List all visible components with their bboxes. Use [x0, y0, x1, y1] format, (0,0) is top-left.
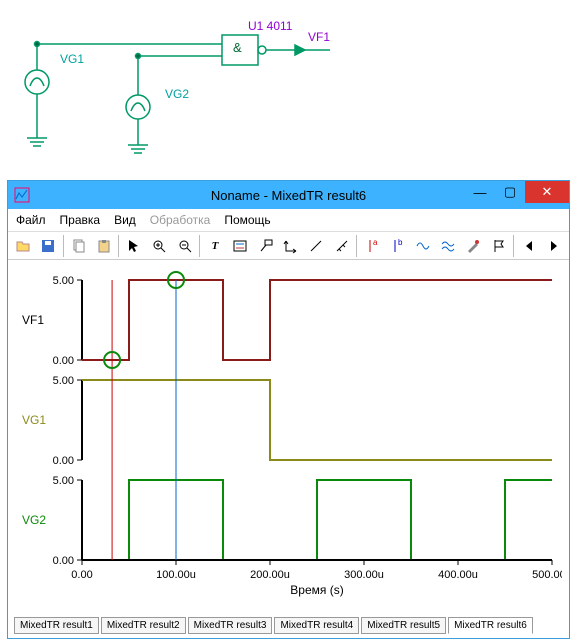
- flag-icon[interactable]: [487, 234, 510, 258]
- svg-text:400.00u: 400.00u: [438, 569, 478, 581]
- svg-text:5.00: 5.00: [53, 375, 74, 387]
- legend-icon[interactable]: [229, 234, 252, 258]
- cursor-b-icon[interactable]: b: [386, 234, 409, 258]
- svg-text:a: a: [373, 238, 378, 247]
- svg-text:100.00u: 100.00u: [156, 569, 196, 581]
- svg-text:VG2: VG2: [22, 513, 46, 527]
- svg-text:5.00: 5.00: [53, 475, 74, 487]
- svg-text:b: b: [398, 238, 403, 247]
- svg-text:0.00: 0.00: [71, 569, 92, 581]
- titlebar[interactable]: Noname - MixedTR result6 — ▢ ✕: [8, 181, 569, 209]
- menu-help[interactable]: Помощь: [224, 213, 270, 227]
- wave-icon[interactable]: [411, 234, 434, 258]
- tab-bar: MixedTR result1MixedTR result2MixedTR re…: [8, 615, 569, 638]
- app-icon: [14, 187, 30, 203]
- zoom-in-icon[interactable]: [148, 234, 171, 258]
- svg-text:0.00: 0.00: [53, 355, 74, 367]
- tab-mixedtr-result1[interactable]: MixedTR result1: [14, 617, 99, 634]
- svg-text:5.00: 5.00: [53, 275, 74, 287]
- menu-view[interactable]: Вид: [114, 213, 136, 227]
- zoom-out-icon[interactable]: [173, 234, 196, 258]
- label-vf1: VF1: [308, 30, 330, 44]
- svg-text:200.00u: 200.00u: [250, 569, 290, 581]
- svg-text:0.00: 0.00: [53, 555, 74, 567]
- pointer-icon[interactable]: [122, 234, 145, 258]
- tab-mixedtr-result3[interactable]: MixedTR result3: [188, 617, 273, 634]
- copy-icon[interactable]: [67, 234, 90, 258]
- tab-mixedtr-result4[interactable]: MixedTR result4: [274, 617, 359, 634]
- menubar: Файл Правка Вид Обработка Помощь: [8, 209, 569, 232]
- probe-icon[interactable]: [462, 234, 485, 258]
- tab-mixedtr-result6[interactable]: MixedTR result6: [448, 617, 533, 634]
- label-u1: U1 4011: [248, 19, 292, 33]
- axis-icon[interactable]: [279, 234, 302, 258]
- ruler-icon[interactable]: [330, 234, 353, 258]
- toolbar: T a b: [8, 232, 569, 260]
- text-icon[interactable]: T: [203, 234, 226, 258]
- svg-text:VG1: VG1: [22, 413, 46, 427]
- chart-svg: 5.00 0.00 VF1 5.00 0.00 VG1 5.00 0.00 VG2 0.00 100…: [14, 268, 562, 608]
- line-icon[interactable]: [305, 234, 328, 258]
- label-vg2: VG2: [165, 87, 189, 101]
- svg-text:500.00u: 500.00u: [532, 569, 562, 581]
- svg-text:VF1: VF1: [22, 313, 44, 327]
- svg-text:0.00: 0.00: [53, 455, 74, 467]
- gate-symbol: &: [233, 40, 242, 55]
- chart-area[interactable]: 5.00 0.00 VF1 5.00 0.00 VG1 5.00 0.00 VG2 0.00 100…: [8, 260, 569, 615]
- plot-window: Noname - MixedTR result6 — ▢ ✕ Файл Прав…: [7, 180, 570, 639]
- tab-mixedtr-result2[interactable]: MixedTR result2: [101, 617, 186, 634]
- open-icon[interactable]: [11, 234, 34, 258]
- annotate-icon[interactable]: [254, 234, 277, 258]
- svg-text:300.00u: 300.00u: [344, 569, 384, 581]
- minimize-button[interactable]: —: [465, 181, 495, 203]
- menu-edit[interactable]: Правка: [60, 213, 101, 227]
- label-vg1: VG1: [60, 52, 84, 66]
- menu-file[interactable]: Файл: [16, 213, 46, 227]
- tab-mixedtr-result5[interactable]: MixedTR result5: [361, 617, 446, 634]
- maximize-button[interactable]: ▢: [495, 181, 525, 203]
- prev-icon[interactable]: [517, 234, 540, 258]
- next-icon[interactable]: [543, 234, 566, 258]
- cursor-a-icon[interactable]: a: [360, 234, 383, 258]
- save-icon[interactable]: [36, 234, 59, 258]
- paste-icon[interactable]: [92, 234, 115, 258]
- schematic-canvas: & VG1 VG2 U1 4011 VF1: [0, 0, 577, 180]
- close-button[interactable]: ✕: [525, 181, 569, 203]
- wave2-icon[interactable]: [436, 234, 459, 258]
- menu-process[interactable]: Обработка: [150, 213, 211, 227]
- svg-text:Время (s): Время (s): [290, 583, 343, 597]
